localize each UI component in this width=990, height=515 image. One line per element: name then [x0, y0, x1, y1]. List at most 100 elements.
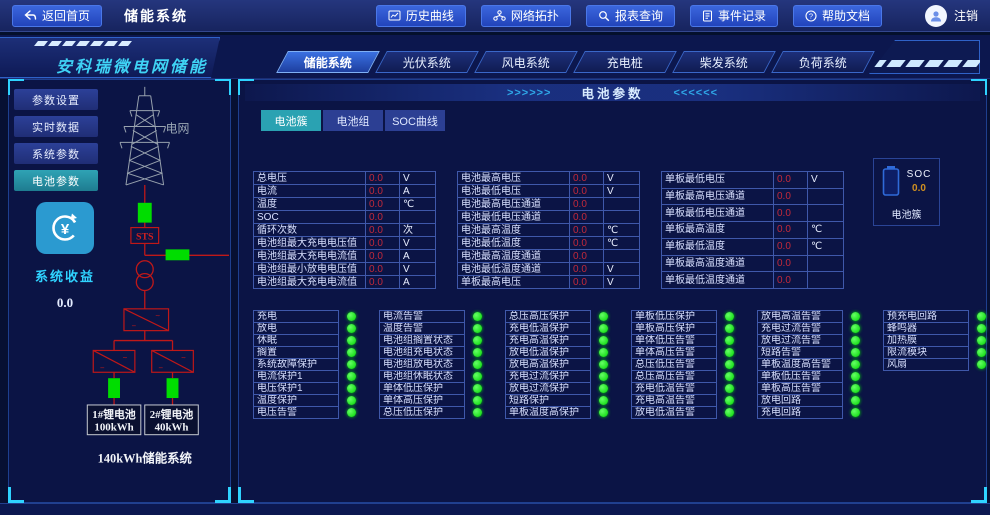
sidebar-menu-label: 电池参数: [32, 173, 80, 189]
param-row: 温度 0.0 ℃: [254, 198, 436, 211]
system-tab[interactable]: 充电桩: [573, 51, 677, 73]
system-tab[interactable]: 负荷系统: [771, 51, 875, 73]
svg-text:−: −: [100, 363, 105, 372]
param-value: 0.0: [774, 255, 808, 272]
status-green-indicator: [473, 336, 482, 345]
report-query-button[interactable]: 报表查询: [586, 5, 675, 27]
back-home-button[interactable]: 返回首页: [12, 5, 102, 27]
param-row: 电池组最小放电电压值 0.0 V: [254, 263, 436, 276]
dc-converter1-icon: ~ −: [93, 350, 135, 372]
help-doc-button[interactable]: ? 帮助文档: [793, 5, 882, 27]
param-unit: 次: [400, 224, 436, 237]
param-label: SOC: [254, 211, 366, 224]
sidebar-menu-label: 实时数据: [32, 119, 80, 135]
status-column: 单板低压保护 单板高压保护 单体低压告警 单体高压告警: [631, 311, 734, 419]
param-label: 电池组最小放电电压值: [254, 263, 366, 276]
back-home-label: 返回首页: [42, 7, 90, 24]
status-green-indicator: [599, 324, 608, 333]
status-green-indicator: [851, 348, 860, 357]
breaker-battery1-closed[interactable]: [108, 378, 120, 398]
sidebar-menu-item[interactable]: 参数设置: [14, 89, 98, 110]
status-green-indicator: [977, 348, 986, 357]
panel-header: >>>>>> 电池参数 <<<<<<: [245, 84, 980, 101]
param-label: 单板最高电压通道: [662, 188, 774, 205]
revenue-yuan-icon[interactable]: ¥: [36, 202, 94, 254]
status-column: 电流告警 温度告警 电池组搁置状态 电池组充电状态: [379, 311, 482, 419]
param-value: 0.0: [366, 250, 400, 263]
sidebar-menu-label: 系统参数: [32, 146, 80, 162]
param-label: 电池最低温度: [458, 237, 570, 250]
param-unit: V: [400, 172, 436, 185]
battery-view-tab[interactable]: 电池簇: [261, 110, 321, 131]
status-row: 单板温度高保护: [505, 406, 608, 419]
system-tab[interactable]: 储能系统: [276, 51, 380, 73]
param-row: 电池组最大充电电流值 0.0 A: [254, 276, 436, 289]
param-row: 单板最低温度 0.0 ℃: [662, 238, 844, 255]
soc-value: 0.0: [912, 183, 926, 194]
param-value: 0.0: [366, 172, 400, 185]
status-green-indicator: [977, 336, 986, 345]
param-label: 温度: [254, 198, 366, 211]
param-value: 0.0: [570, 224, 604, 237]
sidebar-menu-item[interactable]: 电池参数: [14, 170, 98, 191]
param-unit: ℃: [808, 238, 844, 255]
sidebar-menu-item[interactable]: 系统参数: [14, 143, 98, 164]
svg-text:?: ?: [809, 11, 813, 20]
svg-text:~: ~: [181, 353, 186, 362]
status-row: 充电回路: [757, 406, 860, 419]
param-label: 单板最高电压: [458, 276, 570, 289]
status-label: 充电回路: [757, 406, 843, 419]
status-green-indicator: [599, 348, 608, 357]
param-value: 0.0: [570, 198, 604, 211]
param-label: 电池组最大充电电压值: [254, 237, 366, 250]
param-row: 电池最高温度通道 0.0: [458, 250, 640, 263]
status-green-indicator: [725, 312, 734, 321]
status-label: 电压告警: [253, 406, 339, 419]
event-record-label: 事件记录: [718, 7, 766, 24]
status-label: 放电低温告警: [631, 406, 717, 419]
breaker-grid-closed[interactable]: [138, 203, 152, 223]
param-unit: V: [400, 263, 436, 276]
status-green-indicator: [473, 360, 482, 369]
status-green-indicator: [977, 360, 986, 369]
brand-panel: 安科瑞微电网储能监控系统: [0, 37, 220, 78]
history-curve-button[interactable]: 历史曲线: [376, 5, 466, 27]
sidebar-menu-label: 参数设置: [32, 92, 80, 108]
status-green-indicator: [473, 372, 482, 381]
system-tab[interactable]: 光伏系统: [375, 51, 479, 73]
svg-text:−: −: [158, 363, 163, 372]
param-value: 0.0: [774, 238, 808, 255]
status-green-indicator: [725, 408, 734, 417]
param-unit: V: [604, 172, 640, 185]
network-topology-button[interactable]: 网络拓扑: [481, 5, 571, 27]
param-row: 循环次数 0.0 次: [254, 224, 436, 237]
param-value: 0.0: [570, 263, 604, 276]
param-value: 0.0: [570, 185, 604, 198]
event-record-button[interactable]: 事件记录: [690, 5, 778, 27]
breaker-branch-closed[interactable]: [166, 249, 190, 260]
param-value: 0.0: [366, 211, 400, 224]
param-label: 电流: [254, 185, 366, 198]
battery-view-tab[interactable]: SOC曲线: [385, 110, 445, 131]
event-record-icon: [702, 10, 713, 22]
history-curve-icon: [388, 10, 401, 21]
brand-stripes-decoration: [36, 41, 130, 46]
battery-view-tab[interactable]: 电池组: [323, 110, 383, 131]
battery1-capacity: 100kWh: [94, 422, 133, 434]
logout-button[interactable]: 注销: [925, 5, 978, 27]
param-label: 电池最高电压通道: [458, 198, 570, 211]
status-green-indicator: [851, 408, 860, 417]
sidebar-menu-item[interactable]: 实时数据: [14, 116, 98, 137]
breaker-battery2-closed[interactable]: [167, 378, 179, 398]
sidebar-menu: 参数设置 实时数据 系统参数 电池参数: [14, 89, 98, 191]
grid-tower-icon: [120, 87, 170, 185]
param-row: 电池最低电压 0.0 V: [458, 185, 640, 198]
system-tab[interactable]: 风电系统: [474, 51, 578, 73]
system-tab[interactable]: 柴发系统: [672, 51, 776, 73]
param-value: 0.0: [570, 250, 604, 263]
param-unit: A: [400, 185, 436, 198]
status-row: 总压低压保护: [379, 406, 482, 419]
status-green-indicator: [599, 372, 608, 381]
status-green-indicator: [347, 372, 356, 381]
back-arrow-icon: [24, 10, 37, 21]
